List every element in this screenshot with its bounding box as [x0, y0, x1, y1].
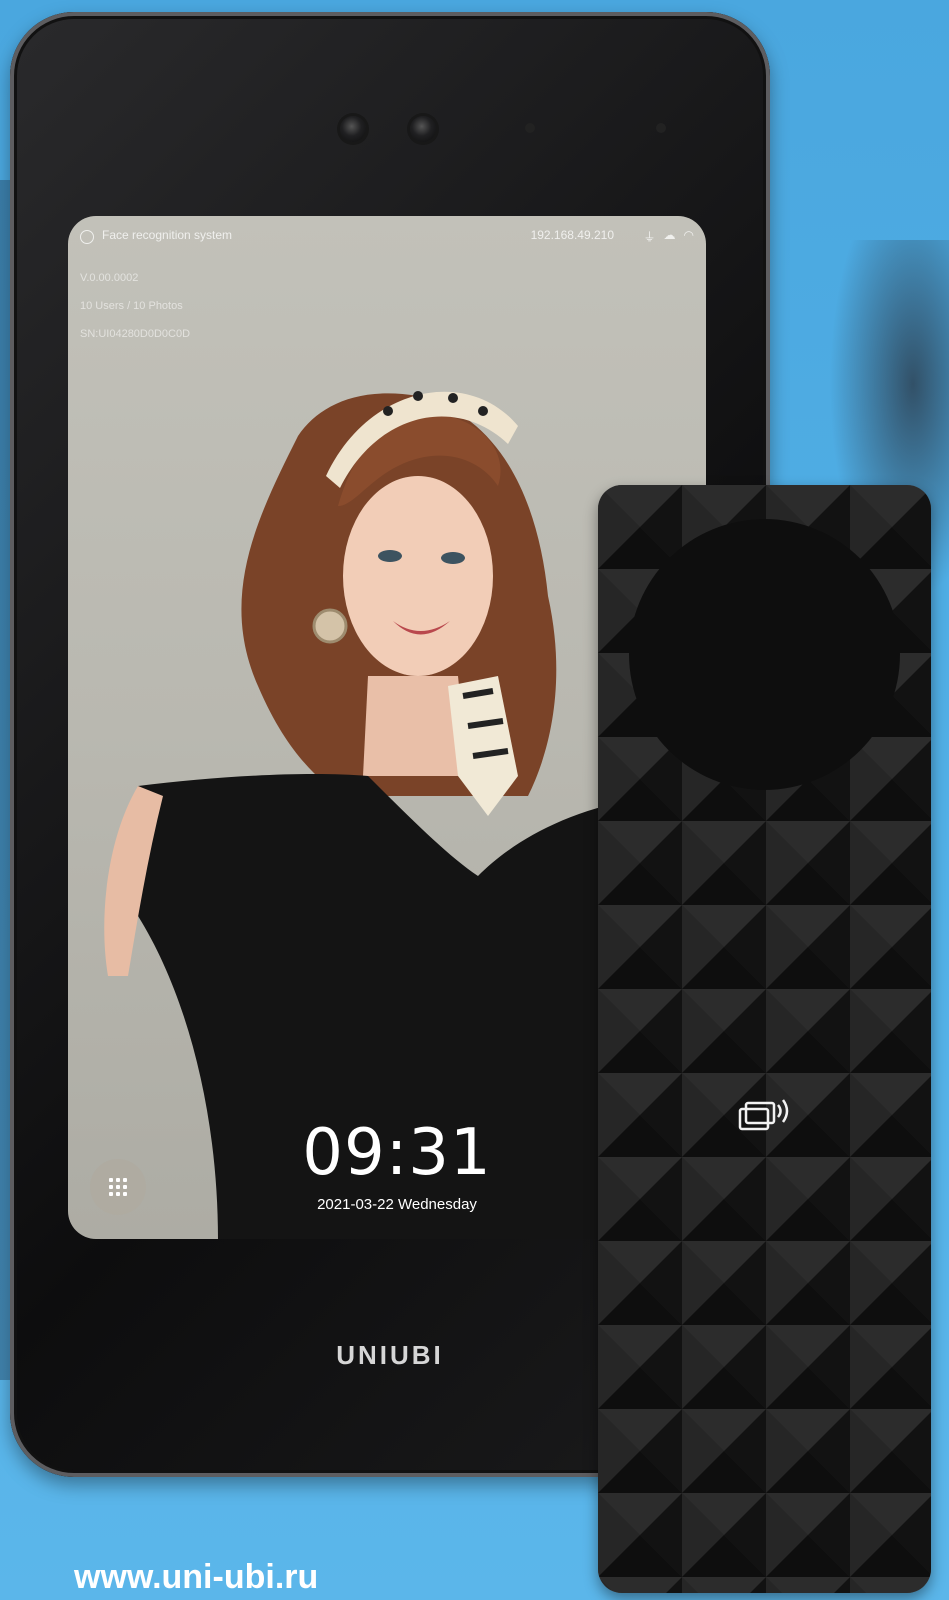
info-line: V.0.00.0002 [80, 272, 139, 284]
apps-grid-icon [109, 1178, 127, 1196]
clock-time: 09:31 [302, 1116, 492, 1190]
nfc-card-icon [738, 1099, 789, 1131]
clock: 09:31 2021-03-22 Wednesday [282, 1116, 512, 1213]
fingerprint-sensor[interactable] [629, 519, 900, 790]
usb-icon: ⏚ [643, 230, 656, 244]
sensor-dot [656, 123, 666, 133]
website-link[interactable]: www.uni-ubi.ru [74, 1558, 318, 1597]
camera-lens-right [410, 116, 436, 142]
device-info: V.0.00.0002 10 Users / 10 Photos SN:UI04… [80, 264, 190, 348]
camera-lens-left [340, 116, 366, 142]
cloud-icon: ☁ [663, 228, 676, 242]
system-title: Face recognition system [102, 228, 233, 242]
apps-menu-button[interactable] [90, 1159, 146, 1215]
wifi-icon: ◠ [683, 228, 694, 242]
status-bar: Face recognition system 192.168.49.210 ⏚… [80, 228, 694, 248]
card-reader [598, 485, 931, 1593]
sensor-dot [525, 123, 535, 133]
info-line: SN:UI04280D0D0C0D [80, 328, 191, 340]
app-logo-icon [80, 230, 94, 244]
ip-address: 192.168.49.210 [530, 228, 614, 242]
info-line: 10 Users / 10 Photos [80, 300, 183, 312]
clock-date: 2021-03-22 Wednesday [317, 1196, 477, 1213]
camera-bar [10, 110, 770, 150]
